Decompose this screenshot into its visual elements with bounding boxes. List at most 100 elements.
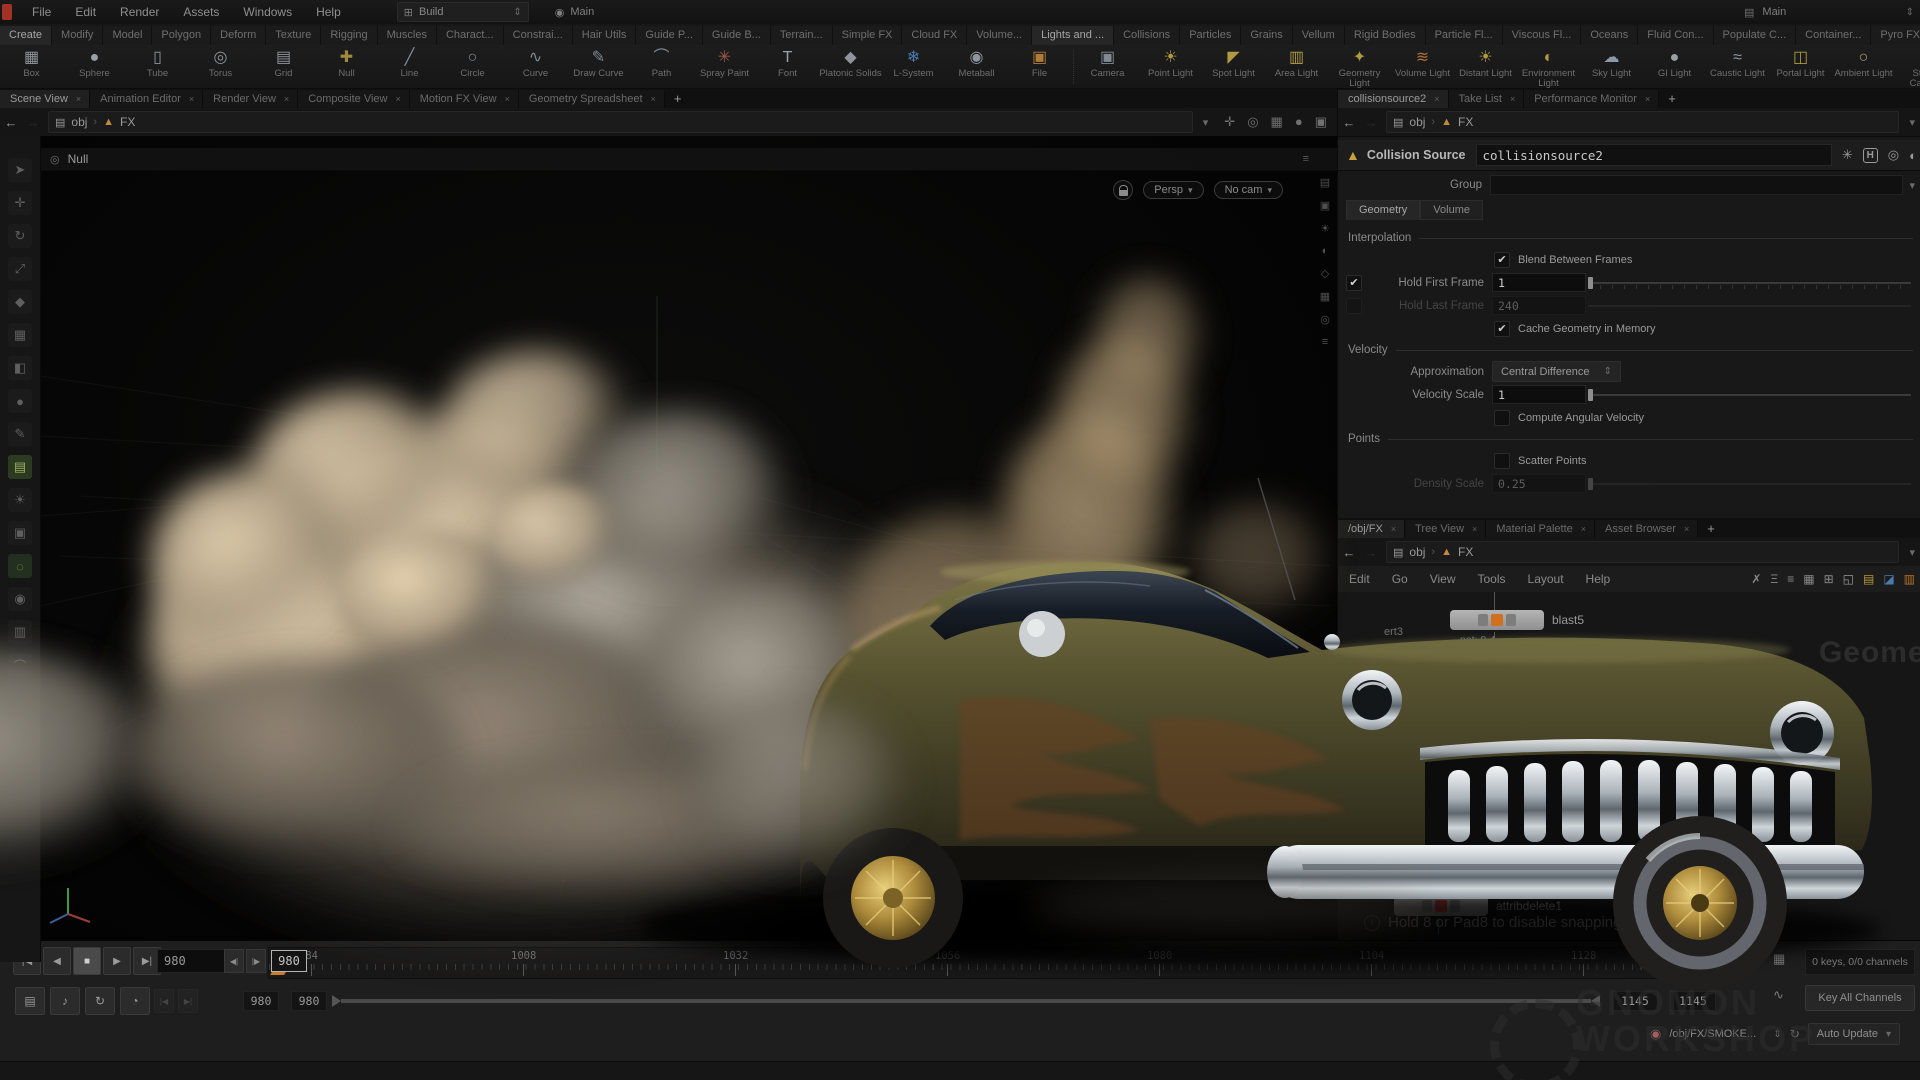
group-dropdown-caret[interactable]: ▾ (1903, 179, 1920, 192)
group-field[interactable] (1490, 175, 1903, 195)
blend-between-frames-checkbox[interactable]: ✔ (1494, 252, 1510, 268)
shelf-tool[interactable]: ◫ Portal Light (1769, 45, 1832, 79)
shelf-tool[interactable]: ☀ Point Light (1139, 45, 1202, 79)
density-scale-field[interactable]: 0.25 (1492, 474, 1586, 493)
render-region-icon[interactable]: ◌ (8, 554, 32, 578)
shelf-tab[interactable]: Fluid Con... (1638, 26, 1713, 45)
path-field[interactable]: ▤ obj › ▲ FX (1386, 541, 1899, 563)
network-menu-item[interactable]: Go (1381, 572, 1419, 586)
shelf-tool[interactable]: ▣ Camera (1076, 45, 1139, 79)
tab-close-icon[interactable]: × (1510, 94, 1515, 104)
shelf-tab[interactable]: Guide B... (703, 26, 771, 45)
scene-viewport[interactable]: ◎ Null ≡ Persp ▾ No cam ▾ ▤▣☀◐◇▦◎≡ (40, 136, 1337, 940)
shelf-tab[interactable]: Viscous Fl... (1503, 26, 1582, 45)
geometry-tool-icon[interactable]: ◧ (8, 356, 32, 380)
back-button[interactable]: ← (0, 115, 22, 130)
stop-button[interactable]: ■ (73, 947, 101, 975)
auto-update-dropdown[interactable]: Auto Update ▾ (1808, 1023, 1900, 1045)
node-body[interactable] (1450, 610, 1544, 630)
network-menu-item[interactable]: Tools (1467, 572, 1517, 586)
shelf-tab[interactable]: Model (103, 26, 152, 45)
shelf-tool[interactable]: ✳ Spray Paint (693, 45, 756, 79)
tab-close-icon[interactable]: × (76, 94, 81, 104)
scale-tool-icon[interactable]: ⤢ (8, 257, 32, 281)
pane-tab[interactable]: Performance Monitor × (1524, 90, 1659, 108)
angular-velocity-checkbox[interactable] (1494, 410, 1510, 426)
shelf-tab[interactable]: Pyro FX (1871, 26, 1920, 45)
global-range-end-field[interactable]: 1145 (1670, 991, 1716, 1011)
menu-item[interactable]: Render (108, 5, 171, 19)
shelf-tab[interactable]: Modify (52, 26, 103, 45)
display-options-icon[interactable]: ▥ (8, 620, 32, 644)
pane-tab[interactable]: Take List × (1449, 90, 1525, 108)
scatter-points-checkbox[interactable] (1494, 453, 1510, 469)
recook-icon[interactable]: ↻ (1790, 1027, 1800, 1041)
node-attribdelete1[interactable]: attribdelete1 (1394, 896, 1562, 916)
shelf-tool[interactable]: ∿ Curve (504, 45, 567, 79)
parameter-tab[interactable]: Volume (1420, 200, 1483, 220)
cube-icon[interactable]: ▦ (1271, 114, 1283, 130)
forward-button[interactable]: → (1360, 545, 1382, 560)
shelf-tab[interactable]: Particles (1180, 26, 1241, 45)
shelf-tool[interactable]: ◐ Environment Light (1517, 45, 1580, 89)
node-flag[interactable] (1491, 614, 1503, 626)
translate-tool-icon[interactable]: ✛ (8, 191, 32, 215)
cache-geometry-checkbox[interactable]: ✔ (1494, 321, 1510, 337)
path-field[interactable]: ▤ obj › ▲ FX (1386, 111, 1899, 133)
search-icon[interactable]: ◎ (1888, 147, 1899, 163)
current-frame-indicator[interactable]: 980 (271, 950, 307, 972)
shelf-tab[interactable]: Container... (1796, 26, 1871, 45)
timeline[interactable]: 984100810321056108011041128 980 (268, 947, 1730, 979)
grid-toggle-icon[interactable]: ▦ (1320, 290, 1330, 303)
shelf-tool[interactable]: ❄ L-System (882, 45, 945, 79)
shelf-tool[interactable]: ○ Ambient Light (1832, 45, 1895, 79)
shelf-tool[interactable]: ○ Circle (441, 45, 504, 79)
paint-tool-icon[interactable]: ✎ (8, 422, 32, 446)
shelf-tool[interactable]: ● GI Light (1643, 45, 1706, 79)
crosshair-icon[interactable]: ◎ (1247, 114, 1258, 130)
pin-icon[interactable]: ✛ (1224, 114, 1235, 130)
tab-close-icon[interactable]: × (1645, 94, 1650, 104)
camera-tool-icon[interactable]: ▣ (8, 521, 32, 545)
tab-close-icon[interactable]: × (189, 94, 194, 104)
shelf-tab[interactable]: Particle Fl... (1426, 26, 1503, 45)
playback-range-start-field[interactable]: 980 (291, 991, 327, 1011)
snapshot-icon[interactable]: ◎ (1320, 313, 1330, 326)
camera-lock-icon[interactable] (1113, 180, 1133, 200)
viewport-menu-grip-icon[interactable]: ≡ (1303, 153, 1309, 165)
back-button[interactable]: ← (1338, 115, 1360, 130)
info-tool-icon[interactable]: ◉ (8, 587, 32, 611)
shelf-tool[interactable]: ▯ Tube (126, 45, 189, 79)
new-pane-tab-button[interactable]: + (1659, 89, 1685, 108)
tab-close-icon[interactable]: × (1684, 524, 1689, 534)
frame-icon[interactable]: ▣ (1315, 114, 1327, 130)
path-dropdown-caret[interactable]: ▾ (1903, 116, 1920, 129)
grid-layout-icon[interactable]: ▦ (1803, 572, 1814, 586)
pane-tab[interactable]: Material Palette × (1486, 520, 1595, 538)
tab-close-icon[interactable]: × (651, 94, 656, 104)
desktop-selector[interactable]: ⊞ Build ⇕ (397, 2, 529, 22)
shelf-tab[interactable]: Cloud FX (902, 26, 967, 45)
shelf-tool[interactable]: ◫ Stereo Camera (1895, 45, 1920, 89)
tab-close-icon[interactable]: × (1581, 524, 1586, 534)
breadcrumb-obj[interactable]: ▤ obj (1387, 115, 1431, 129)
play-backward-button[interactable]: ◀ (43, 947, 71, 975)
interpolation-section[interactable]: Interpolation (1338, 228, 1920, 248)
menu-item[interactable]: File (20, 5, 63, 19)
shelf-tab[interactable]: Populate C... (1714, 26, 1797, 45)
breadcrumb-fx[interactable]: ▲ FX (97, 115, 141, 129)
tab-close-icon[interactable]: × (505, 94, 510, 104)
layout-switcher[interactable]: ▤ Main ⇕ (1744, 6, 1914, 19)
view-layout-icon[interactable]: ▤ (1320, 176, 1330, 189)
network-menu-item[interactable]: Edit (1338, 572, 1381, 586)
shelf-tab[interactable]: Muscles (378, 26, 437, 45)
radial-menu-selector[interactable]: ◉ Main (555, 6, 594, 19)
tab-close-icon[interactable]: × (1472, 524, 1477, 534)
velocity-section[interactable]: Velocity (1338, 340, 1920, 360)
velocity-scale-slider[interactable] (1588, 388, 1911, 402)
shelf-tool[interactable]: ✎ Draw Curve (567, 45, 630, 79)
step-back-button[interactable]: ◀| (224, 949, 244, 973)
shelf-tool[interactable]: ▦ Box (0, 45, 63, 79)
network-box-icon[interactable]: ◪ (1883, 572, 1894, 586)
follow-playback-icon[interactable]: ▤ (15, 987, 45, 1015)
